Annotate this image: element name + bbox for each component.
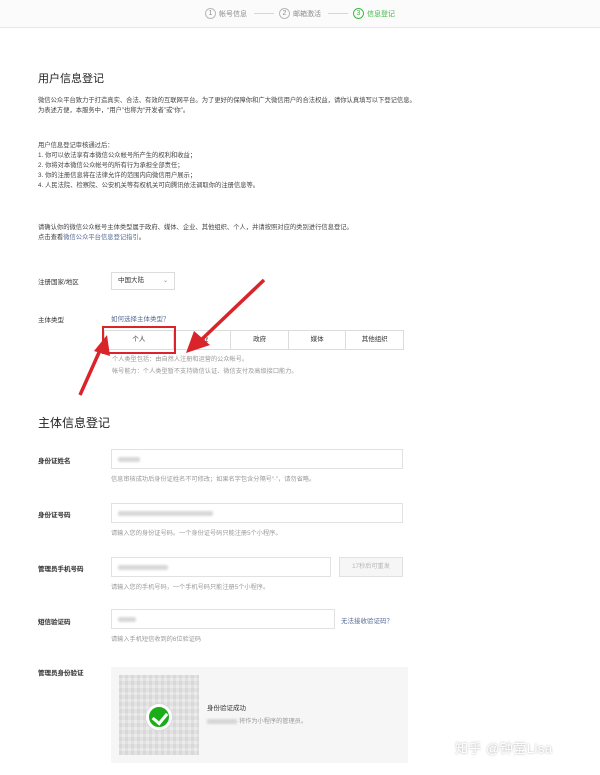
verify-desc-text: 将作为小程序的管理员。 (239, 718, 308, 725)
intro-text: 微信公众平台致力于打造真实、合法、有效的互联网平台。为了更好的保障你和广大微信用… (38, 96, 568, 116)
verify-description: 将作为小程序的管理员。 (207, 716, 307, 725)
watermark: 知乎 @钟莹Lisa (455, 741, 553, 756)
annotation-arrow-icon (186, 278, 266, 353)
verify-status: 身份验证成功 (207, 705, 246, 712)
step-progress-bar: 1 帐号信息 2 邮箱激活 3 信息登记 (0, 0, 600, 28)
confirm-line-2: 点击查看微信公众平台信息登记指引。 (38, 233, 568, 243)
step-info-registration: 3 信息登记 (353, 8, 395, 19)
audit-item: 3. 你的注册信息将在法律允许的范围内向微信用户展示； (38, 172, 197, 179)
tab-other-org[interactable]: 其他组织 (346, 331, 403, 349)
sms-code-label: 短信验证码 (38, 619, 71, 626)
intro-line: 微信公众平台致力于打造真实、合法、有效的互联网平台。为了更好的保障你和广大微信用… (38, 97, 416, 104)
step-divider (254, 13, 274, 14)
country-select[interactable]: 中国大陆 ⌄ (111, 272, 175, 290)
sms-code-hint: 请输入手机短信收到的6位验证码 (111, 636, 202, 643)
cannot-receive-code-link[interactable]: 无法接收验证码？ (341, 615, 393, 625)
admin-verify-panel: 身份验证成功 将作为小程序的管理员。 (111, 667, 408, 763)
intro-line: 为表述方便，本服务中，“用户”也称为“开发者”或“你”。 (38, 107, 190, 114)
id-number-input[interactable] (111, 503, 403, 523)
country-label: 注册国家/地区 (38, 279, 79, 286)
annotation-arrow-icon (78, 335, 110, 396)
step-divider (328, 13, 348, 14)
resend-code-button[interactable]: 17秒后可重发 (339, 557, 403, 577)
audit-item: 1. 你可以依法享有本微信公众帐号所产生的权利和收益； (38, 152, 197, 159)
confirm-line: 请确认你的微信公众帐号主体类型属于政府、媒体、企业、其他组织、个人，并请按照对应… (38, 224, 353, 231)
audit-item: 2. 你将对本微信公众帐号的所有行为承担全部责任； (38, 162, 184, 169)
country-value: 中国大陆 (118, 277, 144, 284)
check-circle-icon (146, 704, 172, 730)
confirm-prefix: 点击查看 (38, 234, 64, 241)
confirm-text: 请确认你的微信公众帐号主体类型属于政府、媒体、企业、其他组织、个人，并请按照对应… (38, 223, 568, 243)
admin-phone-input[interactable] (111, 557, 331, 577)
step-number: 1 (205, 8, 216, 19)
step-label: 信息登记 (367, 10, 395, 18)
step-account-info: 1 帐号信息 (205, 8, 247, 19)
registration-guide-link[interactable]: 微信公众平台信息登记指引 (63, 234, 139, 241)
id-name-label: 身份证姓名 (38, 458, 71, 465)
confirm-suffix: 。 (138, 234, 146, 241)
how-to-choose-type-link[interactable]: 如何选择主体类型？ (111, 313, 170, 323)
id-name-hint: 信息审核成功后身份证姓名不可修改；如果名字包含分隔号“·”，请勿省略。 (111, 476, 316, 483)
admin-phone-hint: 请输入您的手机号码，一个手机号码只能注册5个小程序。 (111, 584, 270, 591)
audit-text: 用户信息登记审核通过后： 1. 你可以依法享有本微信公众帐号所产生的权利和收益；… (38, 141, 568, 191)
step-label: 邮箱激活 (293, 10, 321, 18)
step-email-activation: 2 邮箱激活 (279, 8, 321, 19)
step-number: 3 (353, 8, 364, 19)
audit-heading: 用户信息登记审核通过后： (38, 142, 114, 149)
step-number: 2 (279, 8, 290, 19)
tab-media[interactable]: 媒体 (289, 331, 347, 349)
subject-type-label: 主体类型 (38, 317, 64, 324)
id-name-input[interactable] (111, 449, 403, 469)
sms-code-input[interactable] (111, 609, 335, 629)
id-number-hint: 请输入您的身份证号码。一个身份证号码只能注册5个小程序。 (111, 530, 282, 537)
admin-phone-label: 管理员手机号码 (38, 566, 84, 573)
subject-ability-note: 帐号能力：个人类型暂不支持微信认证、微信支付及高级接口能力。 (112, 368, 298, 375)
chevron-down-icon: ⌄ (162, 278, 168, 284)
id-number-label: 身份证号码 (38, 512, 71, 519)
step-label: 帐号信息 (219, 10, 247, 18)
admin-verify-label: 管理员身份验证 (38, 670, 84, 677)
page-title: 用户信息登记 (38, 73, 104, 85)
audit-item: 4. 人民法院、检察院、公安机关等有权机关可向腾讯依法调取你的注册信息等。 (38, 182, 260, 189)
subject-type-note: 个人类型包括：由自然人注册和运营的公众帐号。 (112, 356, 249, 363)
subject-info-section-title: 主体信息登记 (38, 416, 111, 430)
